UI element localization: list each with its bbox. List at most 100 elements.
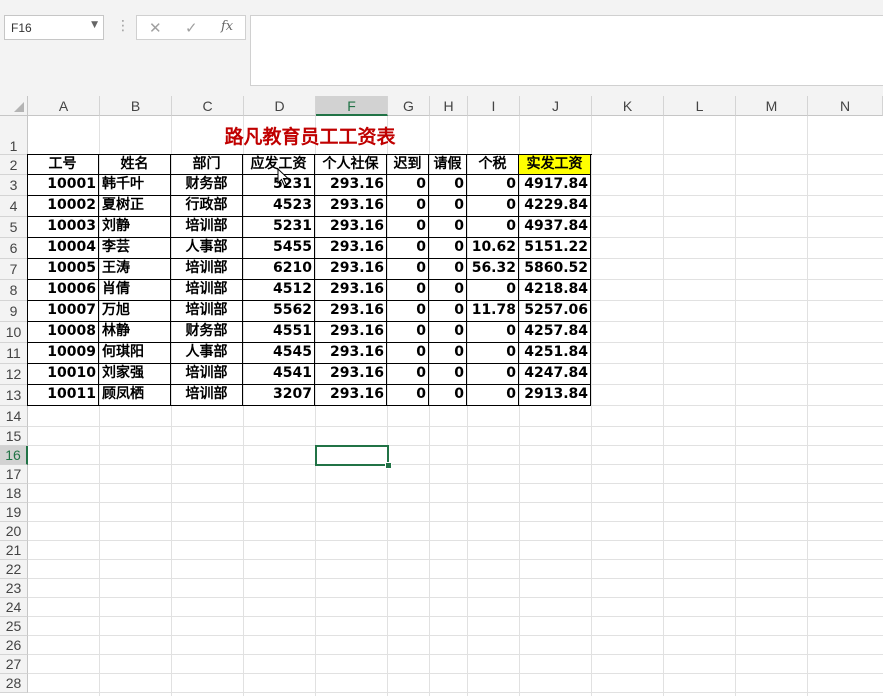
row-header-24[interactable]: 24 xyxy=(0,598,28,617)
table-cell[interactable]: 培训部 xyxy=(171,363,243,385)
column-header-a[interactable]: A xyxy=(28,96,100,116)
column-header-b[interactable]: B xyxy=(100,96,172,116)
table-cell[interactable]: 4251.84 xyxy=(519,342,591,364)
column-header-l[interactable]: L xyxy=(664,96,736,116)
row-header-13[interactable]: 13 xyxy=(0,385,28,406)
table-cell[interactable]: 10011 xyxy=(27,384,99,406)
table-cell[interactable]: 5231 xyxy=(243,216,315,238)
table-cell[interactable]: 0 xyxy=(429,363,467,385)
table-cell[interactable]: 293.16 xyxy=(315,321,387,343)
table-cell[interactable]: 5257.06 xyxy=(519,300,591,322)
table-cell[interactable]: 0 xyxy=(387,342,429,364)
column-header-c[interactable]: C xyxy=(172,96,244,116)
table-cell[interactable]: 0 xyxy=(387,384,429,406)
table-cell[interactable]: 3207 xyxy=(243,384,315,406)
table-cell[interactable]: 0 xyxy=(429,321,467,343)
header-cell[interactable]: 个税 xyxy=(467,154,519,175)
table-cell[interactable]: 4523 xyxy=(243,195,315,217)
select-all-button[interactable] xyxy=(0,96,28,116)
table-cell[interactable]: 293.16 xyxy=(315,174,387,196)
table-cell[interactable]: 4512 xyxy=(243,279,315,301)
table-cell[interactable]: 人事部 xyxy=(171,342,243,364)
table-cell[interactable]: 行政部 xyxy=(171,195,243,217)
table-cell[interactable]: 293.16 xyxy=(315,300,387,322)
column-header-k[interactable]: K xyxy=(592,96,664,116)
chevron-down-icon[interactable]: ▼ xyxy=(91,20,98,30)
table-cell[interactable]: 何琪阳 xyxy=(99,342,171,364)
table-cell[interactable]: 10003 xyxy=(27,216,99,238)
table-cell[interactable]: 0 xyxy=(387,174,429,196)
table-cell[interactable]: 0 xyxy=(467,321,519,343)
table-cell[interactable]: 0 xyxy=(387,216,429,238)
table-cell[interactable]: 0 xyxy=(387,258,429,280)
column-header-j[interactable]: J xyxy=(520,96,592,116)
table-cell[interactable]: 293.16 xyxy=(315,237,387,259)
header-cell[interactable]: 姓名 xyxy=(99,154,171,175)
table-cell[interactable]: 4917.84 xyxy=(519,174,591,196)
table-cell[interactable]: 4229.84 xyxy=(519,195,591,217)
header-cell[interactable]: 请假 xyxy=(429,154,467,175)
table-cell[interactable]: 0 xyxy=(429,342,467,364)
table-cell[interactable]: 10001 xyxy=(27,174,99,196)
table-cell[interactable]: 0 xyxy=(387,363,429,385)
row-header-27[interactable]: 27 xyxy=(0,655,28,674)
table-cell[interactable]: 0 xyxy=(429,384,467,406)
table-cell[interactable]: 5860.52 xyxy=(519,258,591,280)
row-header-20[interactable]: 20 xyxy=(0,522,28,541)
row-header-23[interactable]: 23 xyxy=(0,579,28,598)
table-cell[interactable]: 培训部 xyxy=(171,300,243,322)
column-header-n[interactable]: N xyxy=(808,96,883,116)
table-cell[interactable]: 4551 xyxy=(243,321,315,343)
table-cell[interactable]: 4257.84 xyxy=(519,321,591,343)
table-cell[interactable]: 人事部 xyxy=(171,237,243,259)
more-options-icon[interactable]: ⋮ xyxy=(116,19,130,33)
row-header-3[interactable]: 3 xyxy=(0,175,28,196)
row-header-22[interactable]: 22 xyxy=(0,560,28,579)
sheet-title[interactable]: 路凡教育员工工资表 xyxy=(28,122,592,149)
table-cell[interactable]: 10002 xyxy=(27,195,99,217)
table-cell[interactable]: 56.32 xyxy=(467,258,519,280)
table-cell[interactable]: 10005 xyxy=(27,258,99,280)
column-header-i[interactable]: I xyxy=(468,96,520,116)
table-cell[interactable]: 夏树正 xyxy=(99,195,171,217)
table-cell[interactable]: 肖倩 xyxy=(99,279,171,301)
row-header-15[interactable]: 15 xyxy=(0,427,28,446)
table-cell[interactable]: 293.16 xyxy=(315,363,387,385)
table-cell[interactable]: 5455 xyxy=(243,237,315,259)
table-cell[interactable]: 10006 xyxy=(27,279,99,301)
table-cell[interactable]: 0 xyxy=(429,174,467,196)
row-header-16[interactable]: 16 xyxy=(0,446,28,465)
table-cell[interactable]: 0 xyxy=(467,363,519,385)
row-header-7[interactable]: 7 xyxy=(0,259,28,280)
table-cell[interactable]: 韩千叶 xyxy=(99,174,171,196)
table-cell[interactable]: 0 xyxy=(387,300,429,322)
table-cell[interactable]: 4541 xyxy=(243,363,315,385)
table-cell[interactable]: 10004 xyxy=(27,237,99,259)
table-cell[interactable]: 293.16 xyxy=(315,195,387,217)
table-cell[interactable]: 11.78 xyxy=(467,300,519,322)
table-cell[interactable]: 0 xyxy=(429,300,467,322)
table-cell[interactable]: 10010 xyxy=(27,363,99,385)
table-cell[interactable]: 10.62 xyxy=(467,237,519,259)
row-header-1[interactable]: 1 xyxy=(0,116,28,155)
row-header-4[interactable]: 4 xyxy=(0,196,28,217)
table-cell[interactable]: 10007 xyxy=(27,300,99,322)
row-header-6[interactable]: 6 xyxy=(0,238,28,259)
table-cell[interactable]: 刘家强 xyxy=(99,363,171,385)
table-cell[interactable]: 0 xyxy=(387,195,429,217)
column-header-h[interactable]: H xyxy=(430,96,468,116)
table-cell[interactable]: 4247.84 xyxy=(519,363,591,385)
row-header-12[interactable]: 12 xyxy=(0,364,28,385)
name-box[interactable]: F16 ▼ xyxy=(4,15,104,40)
table-cell[interactable]: 0 xyxy=(467,342,519,364)
row-header-21[interactable]: 21 xyxy=(0,541,28,560)
table-cell[interactable]: 0 xyxy=(429,279,467,301)
table-cell[interactable]: 李芸 xyxy=(99,237,171,259)
formula-input[interactable] xyxy=(250,15,883,86)
table-cell[interactable]: 293.16 xyxy=(315,216,387,238)
header-cell[interactable]: 迟到 xyxy=(387,154,429,175)
cancel-icon[interactable]: ✕ xyxy=(149,19,162,37)
row-header-8[interactable]: 8 xyxy=(0,280,28,301)
table-cell[interactable]: 万旭 xyxy=(99,300,171,322)
active-cell-selection[interactable] xyxy=(315,445,389,466)
